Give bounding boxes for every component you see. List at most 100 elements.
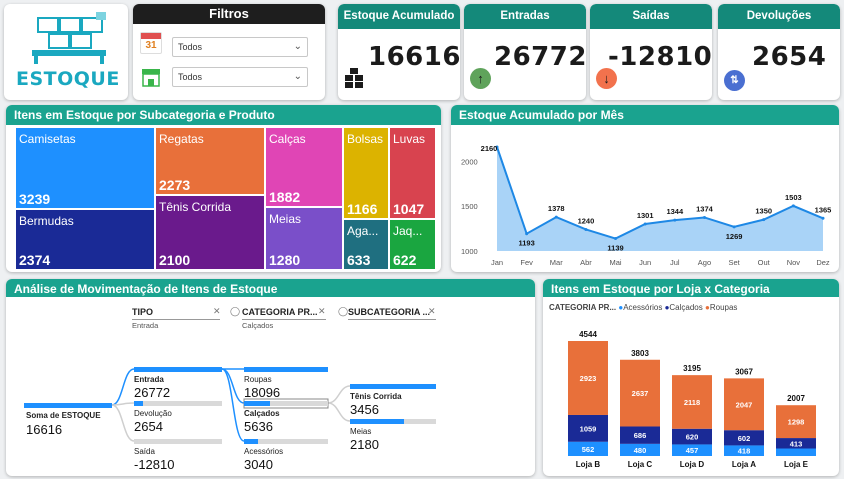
data-point xyxy=(821,216,825,220)
categoria-node-bar-fill xyxy=(244,367,328,372)
store-label: Loja D xyxy=(680,460,705,469)
bar-segment-acessorios xyxy=(776,448,816,456)
filters-title: Filtros xyxy=(133,4,325,24)
store-filter-select[interactable]: Todos ⌄ xyxy=(172,67,308,87)
calendar-number: 31 xyxy=(145,40,157,51)
data-label: 1378 xyxy=(548,204,565,213)
categoria-node-bar-fill xyxy=(244,401,271,406)
treemap-cell-value: 2273 xyxy=(159,177,191,193)
data-point xyxy=(554,215,558,219)
tipo-node-bar[interactable] xyxy=(134,401,222,406)
subcategoria-node-label: Tênis Corrida xyxy=(350,392,402,401)
y-tick-label: 1000 xyxy=(461,247,478,256)
data-label: 1193 xyxy=(518,239,534,248)
tipo-node-value: -12810 xyxy=(134,457,175,472)
x-tick-label: Dez xyxy=(816,258,830,267)
treemap-cell[interactable]: Bermudas 2374 xyxy=(16,210,154,269)
close-icon[interactable]: ✕ xyxy=(318,306,326,317)
segment-label: 2923 xyxy=(580,374,597,383)
kpi-title: Entradas xyxy=(464,4,586,29)
date-filter-select[interactable]: Todos ⌄ xyxy=(172,37,308,57)
subcategoria-node-bar-fill xyxy=(350,419,405,424)
treemap-cell[interactable]: Tênis Corrida 2100 xyxy=(156,196,264,269)
categoria-header-sub: Calçados xyxy=(242,321,274,330)
tipo-node-label: Entrada xyxy=(134,375,164,384)
treemap-cell[interactable]: Aga... 633 xyxy=(344,220,388,269)
root-value: 16616 xyxy=(26,422,63,437)
treemap-cell-value: 1882 xyxy=(269,189,301,205)
categoria-link xyxy=(221,368,245,442)
close-icon[interactable]: ✕ xyxy=(213,306,221,317)
root-bar[interactable] xyxy=(24,403,112,408)
subcategoria-node-value: 2180 xyxy=(350,437,379,452)
kpi-saidas: Saídas ↓ -12810 xyxy=(590,4,712,100)
treemap-title: Itens em Estoque por Subcategoria e Prod… xyxy=(6,105,441,125)
total-label: 4544 xyxy=(579,330,597,339)
segment-label: 602 xyxy=(738,434,751,443)
treemap-cell-name: Bolsas xyxy=(347,132,384,146)
treemap-cell-name: Aga... xyxy=(347,224,379,238)
tipo-node-value: 26772 xyxy=(134,385,171,400)
treemap-cell-name: Tênis Corrida xyxy=(159,200,232,214)
legend-acessorios[interactable]: Acessórios xyxy=(623,303,662,312)
categoria-node-value: 5636 xyxy=(244,419,273,434)
header-underline xyxy=(132,319,220,320)
x-tick-label: Fev xyxy=(520,258,533,267)
tipo-link xyxy=(111,404,135,442)
treemap-cell[interactable]: Camisetas 3239 xyxy=(16,128,154,208)
boxes-icon xyxy=(344,66,366,93)
kpi-title: Devoluções xyxy=(718,4,840,29)
store-label: Loja A xyxy=(732,460,756,469)
tipo-node-bar[interactable] xyxy=(134,439,222,444)
total-label: 2007 xyxy=(787,394,805,403)
swap-arrows-icon: ⇅ xyxy=(724,70,745,91)
categoria-node-bar-fill xyxy=(244,439,259,444)
data-label: 1301 xyxy=(637,211,654,220)
treemap-cell-name: Camisetas xyxy=(19,132,76,146)
subcategoria-node-value: 3456 xyxy=(350,402,379,417)
treemap-cell-name: Jaq... xyxy=(393,224,423,238)
header-underline xyxy=(348,319,436,320)
treemap-cell[interactable]: Jaq... 622 xyxy=(390,220,435,269)
data-point xyxy=(702,215,706,219)
x-tick-label: Set xyxy=(728,258,740,267)
kpi-estoque-acumulado: Estoque Acumulado 16616 xyxy=(338,4,460,100)
close-icon[interactable]: ✕ xyxy=(428,306,436,317)
treemap-cell-value: 622 xyxy=(393,252,417,268)
tipo-node-label: Devolução xyxy=(134,409,172,418)
kpi-value: 26772 xyxy=(494,42,586,72)
line-chart: 1000 1500 20002160 1193 1378 1240 1139 1301 1344… xyxy=(461,144,832,267)
legend-title: CATEGORIA PR... xyxy=(549,303,617,312)
tipo-node-bar-fill xyxy=(134,401,143,406)
legend-calcados[interactable]: Calçados xyxy=(669,303,702,312)
tipo-node-bar-fill xyxy=(134,367,222,372)
treemap-cell[interactable]: Calças 1882 xyxy=(266,128,342,206)
treemap-cell-value: 1166 xyxy=(347,201,378,217)
tipo-header[interactable]: TIPO xyxy=(132,307,153,317)
kpi-title: Estoque Acumulado xyxy=(338,4,460,29)
treemap-cell[interactable]: Bolsas 1166 xyxy=(344,128,388,218)
legend-roupas[interactable]: Roupas xyxy=(710,303,738,312)
store-label: Loja B xyxy=(576,460,601,469)
lightbulb-icon: ◯ xyxy=(230,306,241,316)
stacked-chart-card: Itens em Estoque por Loja x Categoria CA… xyxy=(543,279,839,476)
store-icon xyxy=(140,68,162,88)
x-tick-label: Ago xyxy=(698,258,711,267)
segment-label: 562 xyxy=(582,445,595,454)
data-label: 1139 xyxy=(607,244,623,253)
kpi-devolucoes: Devoluções ⇅ 2654 xyxy=(718,4,840,100)
total-label: 3067 xyxy=(735,367,753,376)
treemap-cell[interactable]: Regatas 2273 xyxy=(156,128,264,194)
store-label: Loja C xyxy=(628,460,653,469)
store-label: Loja E xyxy=(784,460,809,469)
treemap-area: Camisetas 3239 Bermudas 2374 Regatas 2273 Têni… xyxy=(15,127,436,270)
categoria-header[interactable]: CATEGORIA PR... xyxy=(242,307,318,317)
kpi-entradas: Entradas ↑ 26772 xyxy=(464,4,586,100)
subcategoria-header[interactable]: SUBCATEGORIA ... xyxy=(348,307,430,317)
treemap-cell[interactable]: Luvas 1047 xyxy=(390,128,435,218)
data-point xyxy=(584,227,588,231)
data-label: 1365 xyxy=(815,205,832,214)
treemap-cell-name: Calças xyxy=(269,132,306,146)
treemap-cell-name: Regatas xyxy=(159,132,204,146)
treemap-cell[interactable]: Meias 1280 xyxy=(266,208,342,269)
